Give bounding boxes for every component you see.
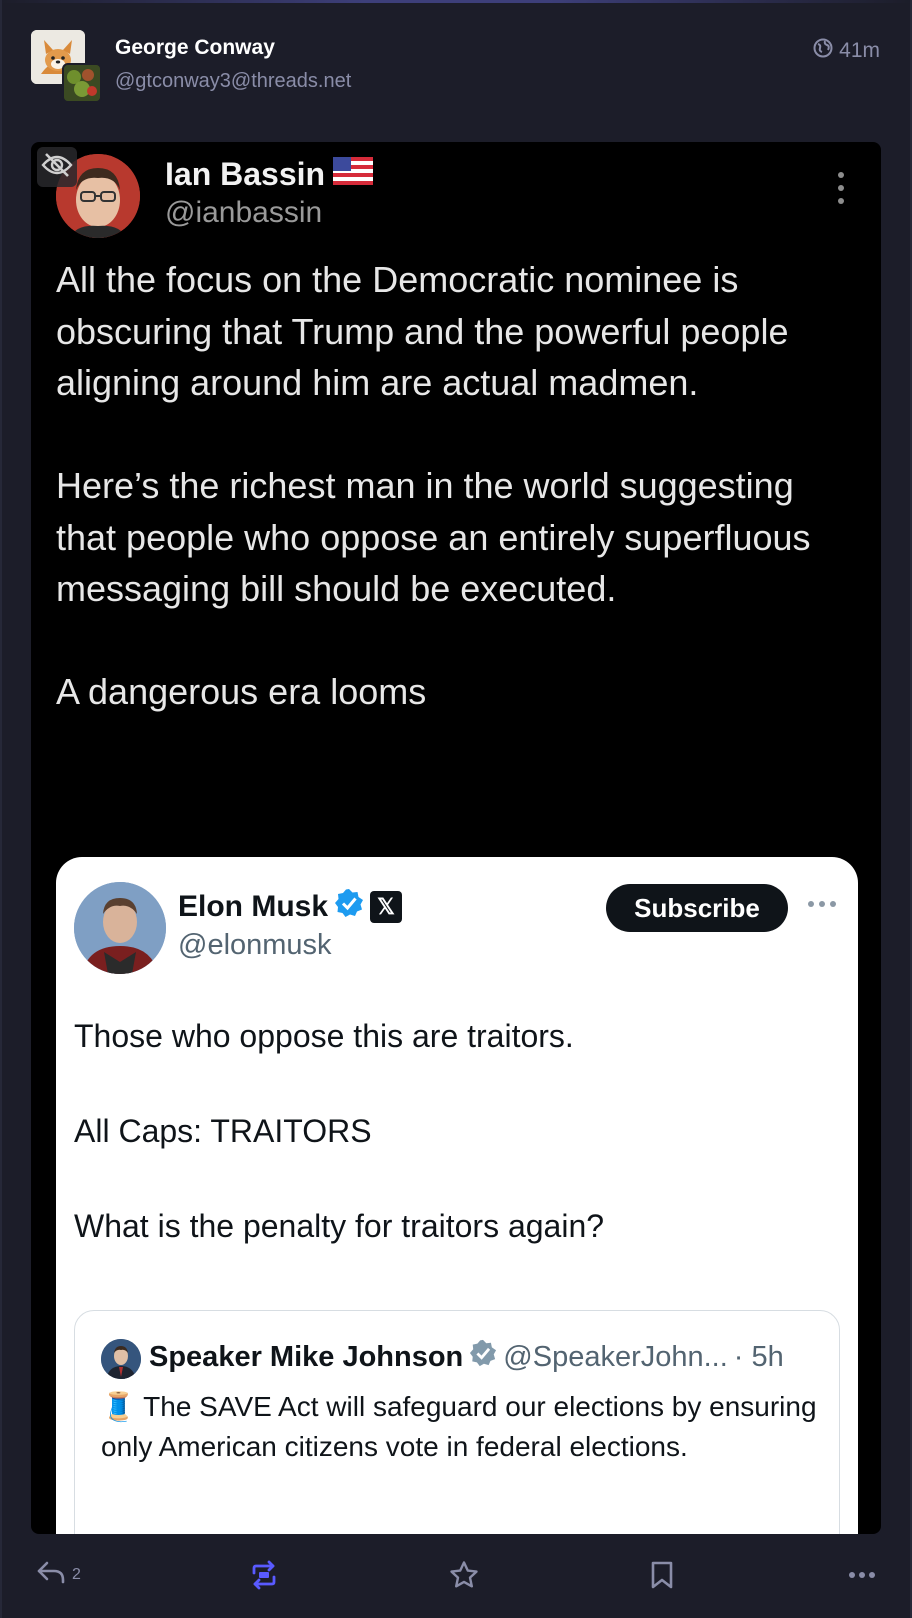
media-attachment[interactable]: Ian Bassin @ianbassin All the focus on t…	[31, 142, 881, 1534]
globe-icon	[813, 38, 833, 64]
more-button[interactable]	[848, 1560, 876, 1595]
tweet-paragraph: Here’s the richest man in the world sugg…	[56, 465, 811, 609]
tweet-paragraph: All the focus on the Democratic nominee …	[56, 259, 789, 403]
star-icon	[449, 1560, 479, 1595]
author-handle[interactable]: @gtconway3@threads.net	[115, 70, 351, 93]
embedded-tweet: Elon Musk 𝕏 @elonmusk Subscribe Those wh…	[56, 857, 858, 1534]
quoted-header: Speaker Mike Johnson @SpeakerJohn... · 5…	[149, 1339, 784, 1375]
quoted-author-handle: @SpeakerJohn...	[503, 1340, 728, 1373]
account-avatar[interactable]	[62, 63, 102, 103]
top-accent-line	[0, 0, 912, 3]
quoted-tweet: Speaker Mike Johnson @SpeakerJohn... · 5…	[74, 1310, 840, 1534]
favourite-button[interactable]	[449, 1560, 479, 1595]
thread-spool-icon: 🧵	[101, 1391, 136, 1422]
reply-icon	[36, 1560, 66, 1589]
quoted-body: The SAVE Act will safeguard our election…	[101, 1391, 817, 1462]
post-time: 41m	[839, 39, 880, 62]
boost-button[interactable]	[249, 1560, 279, 1595]
quoted-author-avatar	[101, 1339, 141, 1379]
reply-button[interactable]: 2	[36, 1560, 81, 1589]
quoted-author-name: Speaker Mike Johnson	[149, 1340, 464, 1373]
embedded-author-name: Elon Musk	[178, 890, 329, 923]
tweet-author-handle: @ianbassin	[165, 196, 323, 229]
bookmark-button[interactable]	[649, 1560, 675, 1595]
boost-icon	[249, 1560, 279, 1595]
post-action-bar: 2	[0, 1548, 912, 1602]
eye-slash-icon	[41, 151, 73, 184]
subscribe-button: Subscribe	[606, 884, 788, 932]
tweet-author-name-row: Ian Bassin	[165, 156, 374, 193]
quoted-text: 🧵 The SAVE Act will safeguard our electi…	[101, 1387, 821, 1467]
embedded-paragraph: What is the penalty for traitors again?	[74, 1208, 605, 1244]
tweet-paragraph: A dangerous era looms	[56, 671, 427, 712]
embedded-more-icon	[808, 901, 836, 907]
hide-media-button[interactable]	[37, 147, 77, 187]
embedded-paragraph: Those who oppose this are traitors.	[74, 1018, 574, 1054]
embedded-paragraph: All Caps: TRAITORS	[74, 1113, 372, 1149]
embedded-text: Those who oppose this are traitors. All …	[74, 1017, 834, 1302]
more-icon	[848, 1560, 876, 1595]
embedded-author-name-row: Elon Musk 𝕏	[178, 888, 403, 926]
embedded-author-avatar	[74, 882, 166, 974]
bookmark-icon	[649, 1560, 675, 1595]
quoted-time: · 5h	[733, 1340, 784, 1373]
left-border	[0, 0, 2, 1618]
us-flag-icon	[333, 156, 374, 193]
gov-badge-icon	[469, 1339, 497, 1375]
tweet-more-icon	[835, 172, 847, 204]
post-time-link[interactable]: 41m	[813, 38, 880, 64]
author-display-name[interactable]: George Conway	[115, 36, 275, 60]
reply-count: 2	[72, 1565, 81, 1583]
verified-badge-icon	[334, 888, 364, 926]
tweet-text: All the focus on the Democratic nominee …	[56, 254, 856, 769]
embedded-author-handle: @elonmusk	[178, 929, 332, 961]
x-badge-icon: 𝕏	[370, 891, 403, 923]
tweet-author-name: Ian Bassin	[165, 156, 326, 192]
